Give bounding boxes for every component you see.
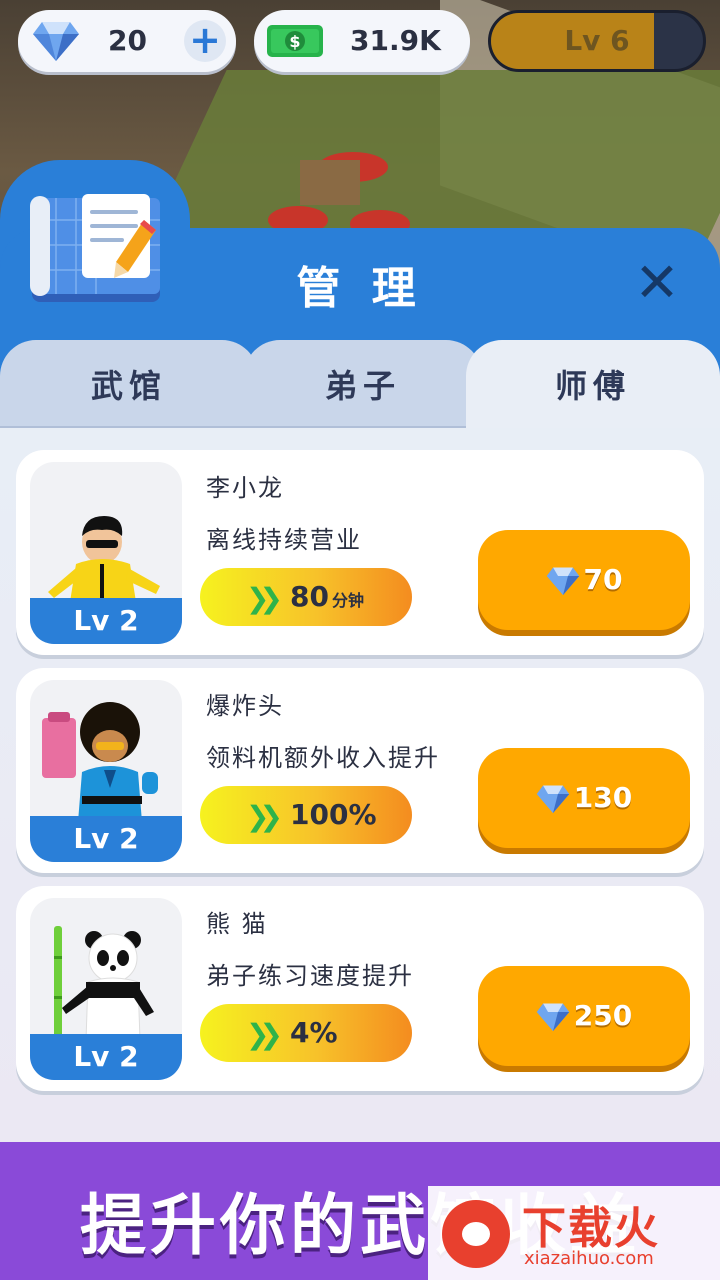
diamond-icon [546, 567, 579, 596]
double-chevron-icon: ❯❯ [246, 1018, 283, 1051]
tab-masters[interactable]: 师傅 [466, 340, 720, 430]
flame-logo-icon [442, 1200, 510, 1268]
master-portrait: Lv 2 [30, 680, 182, 862]
upgrade-price: 70 [583, 563, 623, 596]
skill-value: 4% [290, 1016, 338, 1049]
skill-value-badge: ❯❯ 100% [200, 786, 412, 844]
watermark: 下载火 xiazaihuo.com [428, 1186, 720, 1280]
skill-value-badge: ❯❯ 80 分钟 [200, 568, 412, 626]
skill-value: 80 [290, 580, 329, 613]
player-level-label: Lv 6 [564, 24, 630, 57]
panda-figure-icon [54, 926, 154, 1040]
add-gems-button[interactable]: + [184, 20, 226, 62]
panel-title: 管 理 [296, 263, 424, 314]
master-name: 熊 猫 [206, 910, 268, 938]
afro-fighter-figure-icon [42, 702, 158, 822]
upgrade-price: 130 [573, 781, 633, 814]
master-name: 爆炸头 [206, 692, 284, 720]
cash-amount: 31.9K [350, 24, 441, 57]
upgrade-button[interactable]: 250 [478, 966, 690, 1066]
master-card: Lv 2 爆炸头 领料机额外收入提升 ❯❯ 100% 130 [16, 668, 704, 873]
master-level: Lv 2 [30, 598, 182, 644]
player-level-bar[interactable]: Lv 6 [488, 10, 706, 72]
master-skill: 领料机额外收入提升 [206, 744, 440, 772]
master-skill: 弟子练习速度提升 [206, 962, 414, 990]
gem-count: 20 [108, 24, 147, 57]
skill-value: 100% [290, 798, 377, 831]
watermark-brand: 下载火 [522, 1203, 660, 1254]
bruce-lee-figure-icon [48, 516, 160, 602]
diamond-icon [536, 785, 570, 814]
masters-list: Lv 2 李小龙 离线持续营业 ❯❯ 80 分钟 70 Lv 2 爆炸头 领料机… [0, 428, 720, 1142]
upgrade-button[interactable]: 130 [478, 748, 690, 848]
tab-disciples[interactable]: 弟子 [244, 340, 482, 430]
upgrade-price: 250 [573, 999, 633, 1032]
tab-dojo[interactable]: 武馆 [0, 340, 258, 430]
upgrade-button[interactable]: 70 [478, 530, 690, 630]
master-skill: 离线持续营业 [206, 526, 362, 554]
diamond-icon [33, 22, 79, 61]
master-level: Lv 2 [30, 1034, 182, 1080]
top-resource-bar: 20 + $ 31.9K Lv 6 [0, 10, 720, 76]
dollar-bill-icon: $ [267, 25, 323, 57]
gem-counter: 20 + [18, 10, 236, 72]
master-portrait: Lv 2 [30, 898, 182, 1080]
svg-text:$: $ [289, 32, 300, 51]
master-portrait: Lv 2 [30, 462, 182, 644]
master-name: 李小龙 [206, 474, 284, 502]
double-chevron-icon: ❯❯ [246, 582, 283, 615]
skill-unit: 分钟 [331, 591, 364, 610]
double-chevron-icon: ❯❯ [246, 800, 283, 833]
diamond-icon [536, 1003, 570, 1032]
master-level: Lv 2 [30, 816, 182, 862]
low-table [300, 160, 360, 205]
master-card: Lv 2 李小龙 离线持续营业 ❯❯ 80 分钟 70 [16, 450, 704, 655]
watermark-url: xiazaihuo.com [524, 1248, 654, 1269]
skill-value-badge: ❯❯ 4% [200, 1004, 412, 1062]
master-card: Lv 2 熊 猫 弟子练习速度提升 ❯❯ 4% 250 [16, 886, 704, 1091]
cash-counter: $ 31.9K [254, 10, 470, 72]
close-button[interactable]: ✕ [632, 256, 682, 310]
